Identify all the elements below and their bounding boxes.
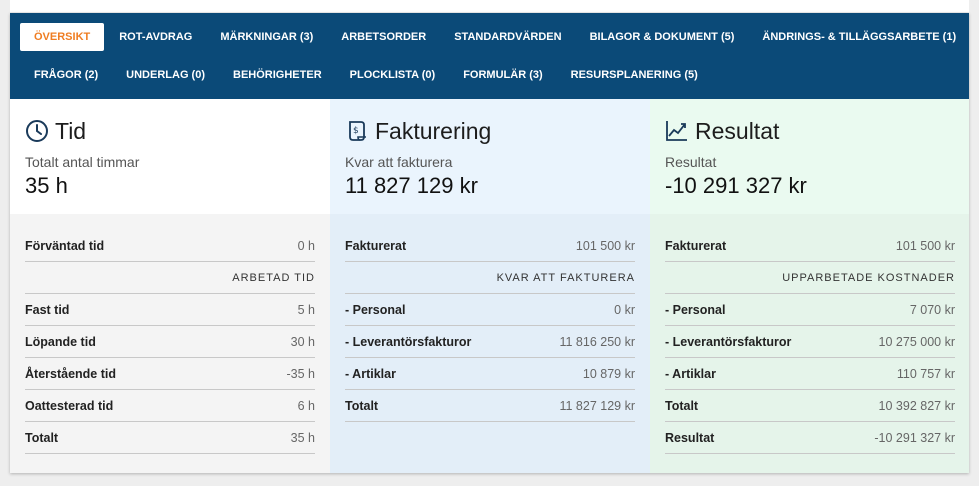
row-value: 101 500 kr xyxy=(575,238,635,253)
fakturering-title: Fakturering xyxy=(375,117,492,144)
overview-card: ÖVERSIKT ROT-AVDRAG MÄRKNINGAR (3) ARBETSOR… xyxy=(10,13,969,473)
row-value: 10 275 000 kr xyxy=(878,334,955,349)
summary-row: Fakturerat 101 500 kr xyxy=(345,230,635,262)
summary-row: - Personal 7 070 kr xyxy=(665,294,955,326)
resultat-title: Resultat xyxy=(695,117,780,144)
row-value: 6 h xyxy=(297,398,315,413)
row-label: Återstående tid xyxy=(25,366,116,381)
summary-row: Löpande tid 30 h xyxy=(25,326,315,358)
summary-row: Resultat -10 291 327 kr xyxy=(665,422,955,454)
row-label: - Personal xyxy=(345,302,406,317)
summary-row: Fakturerat 101 500 kr xyxy=(665,230,955,262)
summary-row: Förväntad tid 0 h xyxy=(25,230,315,262)
row-value: -10 291 327 kr xyxy=(874,430,955,445)
tab-underlag[interactable]: UNDERLAG (0) xyxy=(112,61,219,89)
row-value: 110 757 kr xyxy=(896,366,955,381)
row-value: 11 827 129 kr xyxy=(559,398,635,413)
section-label: UPPARBETADE KOSTNADER xyxy=(782,271,955,284)
trend-chart-icon xyxy=(665,119,689,143)
tab-oversikt[interactable]: ÖVERSIKT xyxy=(20,23,105,51)
summary-row: Totalt 10 392 827 kr xyxy=(665,390,955,422)
row-label: - Personal xyxy=(665,302,726,317)
fakturering-summary: $ Fakturering Kvar att fakturera 11 827 … xyxy=(330,99,650,214)
tab-row-1: ÖVERSIKT ROT-AVDRAG MÄRKNINGAR (3) ARBETSOR… xyxy=(20,23,969,51)
row-label: Fast tid xyxy=(25,302,70,317)
row-label: Löpande tid xyxy=(25,334,96,349)
summary-row: Totalt 35 h xyxy=(25,422,315,454)
receipt-icon: $ xyxy=(345,119,369,143)
fakturering-rows: Fakturerat 101 500 kr KVAR ATT FAKTURERA - … xyxy=(345,230,635,422)
tab-row-2: FRÅGOR (2) UNDERLAG (0) BEHÖRIGHETER PLOCKL… xyxy=(20,61,712,89)
resultat-summary: Resultat Resultat -10 291 327 kr xyxy=(650,99,969,214)
svg-text:$: $ xyxy=(353,126,359,136)
section-label: KVAR ATT FAKTURERA xyxy=(496,271,635,284)
row-label: Resultat xyxy=(665,430,715,445)
row-value: 35 h xyxy=(290,430,315,445)
tid-big-value: 35 h xyxy=(25,173,68,198)
row-value: 5 h xyxy=(297,302,315,317)
row-label: Totalt xyxy=(665,398,699,413)
resultat-big-value: -10 291 327 kr xyxy=(665,173,807,198)
top-strip xyxy=(10,0,969,12)
fakturering-panel: $ Fakturering Kvar att fakturera 11 827 … xyxy=(330,99,650,473)
row-label: - Artiklar xyxy=(345,366,396,381)
row-label: Oattesterad tid xyxy=(25,398,114,413)
summary-row: Totalt 11 827 129 kr xyxy=(345,390,635,422)
section-header: KVAR ATT FAKTURERA xyxy=(345,262,635,294)
row-label: - Artiklar xyxy=(665,366,716,381)
row-label: Totalt xyxy=(345,398,379,413)
section-header: UPPARBETADE KOSTNADER xyxy=(665,262,955,294)
summary-row: - Leverantörsfakturor 10 275 000 kr xyxy=(665,326,955,358)
tab-bilagor-dokument[interactable]: BILAGOR & DOKUMENT (5) xyxy=(576,23,749,51)
summary-row: - Personal 0 kr xyxy=(345,294,635,326)
tid-sub-label: Totalt antal timmar xyxy=(25,154,140,170)
summary-row: Fast tid 5 h xyxy=(25,294,315,326)
tab-formular[interactable]: FORMULÄR (3) xyxy=(449,61,556,89)
summary-row: Återstående tid -35 h xyxy=(25,358,315,390)
section-label: ARBETAD TID xyxy=(232,271,315,284)
tab-plocklista[interactable]: PLOCKLISTA (0) xyxy=(336,61,450,89)
row-label: Fakturerat xyxy=(665,238,727,253)
row-label: Fakturerat xyxy=(345,238,407,253)
fakturering-sub-label: Kvar att fakturera xyxy=(345,154,453,170)
tid-panel: Tid Totalt antal timmar 35 h Förväntad t… xyxy=(10,99,330,473)
tid-title: Tid xyxy=(55,117,87,144)
row-value: 11 816 250 kr xyxy=(559,334,635,349)
tid-summary: Tid Totalt antal timmar 35 h xyxy=(10,99,330,214)
tab-arbetsorder[interactable]: ARBETSORDER xyxy=(327,23,440,51)
tab-standardvarden[interactable]: STANDARDVÄRDEN xyxy=(440,23,575,51)
row-value: 10 392 827 kr xyxy=(878,398,955,413)
fakturering-big-value: 11 827 129 kr xyxy=(345,173,478,198)
row-label: - Leverantörsfakturor xyxy=(665,334,792,349)
summary-row: - Artiklar 110 757 kr xyxy=(665,358,955,390)
row-value: 0 kr xyxy=(614,302,635,317)
resultat-rows: Fakturerat 101 500 kr UPPARBETADE KOSTNADE… xyxy=(665,230,955,454)
row-label: Förväntad tid xyxy=(25,238,105,253)
row-value: -35 h xyxy=(286,366,316,381)
section-header: ARBETAD TID xyxy=(25,262,315,294)
summary-row: - Artiklar 10 879 kr xyxy=(345,358,635,390)
tab-rot-avdrag[interactable]: ROT-AVDRAG xyxy=(105,23,206,51)
clock-icon xyxy=(25,119,49,143)
resultat-sub-label: Resultat xyxy=(665,154,717,170)
resultat-panel: Resultat Resultat -10 291 327 kr Fakture… xyxy=(650,99,969,473)
row-value: 10 879 kr xyxy=(582,366,635,381)
tab-resursplanering[interactable]: RESURSPLANERING (5) xyxy=(557,61,712,89)
tab-fragor[interactable]: FRÅGOR (2) xyxy=(20,61,112,89)
summary-row: Oattesterad tid 6 h xyxy=(25,390,315,422)
row-value: 101 500 kr xyxy=(895,238,955,253)
row-value: 0 h xyxy=(297,238,315,253)
tab-behorigheter[interactable]: BEHÖRIGHETER xyxy=(219,61,336,89)
row-value: 7 070 kr xyxy=(909,302,955,317)
tid-rows: Förväntad tid 0 h ARBETAD TID Fast tid 5 h Lö… xyxy=(25,230,315,454)
tab-andrings-tillaggsarbete[interactable]: ÄNDRINGS- & TILLÄGGSARBETE (1) xyxy=(748,23,969,51)
tab-markningar[interactable]: MÄRKNINGAR (3) xyxy=(206,23,327,51)
row-label: - Leverantörsfakturor xyxy=(345,334,472,349)
row-value: 30 h xyxy=(290,334,315,349)
summary-row: - Leverantörsfakturor 11 816 250 kr xyxy=(345,326,635,358)
row-label: Totalt xyxy=(25,430,59,445)
tab-navigation: ÖVERSIKT ROT-AVDRAG MÄRKNINGAR (3) ARBETSOR… xyxy=(10,13,969,99)
